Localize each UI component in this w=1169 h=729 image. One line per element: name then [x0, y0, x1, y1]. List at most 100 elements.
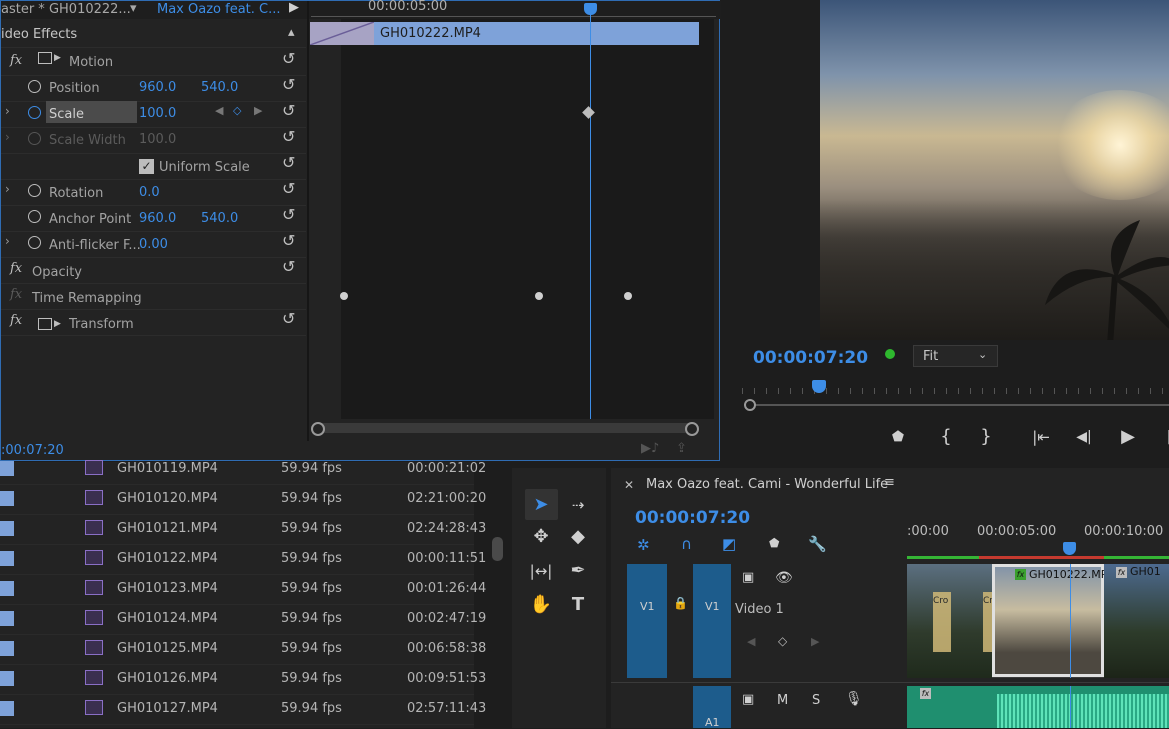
expand-chevron-icon[interactable]: ›: [5, 104, 10, 118]
next-keyframe-icon[interactable]: ▶: [811, 635, 819, 648]
fx-icon[interactable]: fx: [10, 53, 22, 68]
step-forward-icon[interactable]: |: [1156, 424, 1169, 450]
add-marker-icon[interactable]: ⬟: [769, 536, 779, 550]
zoom-handle[interactable]: [744, 399, 756, 411]
sequence-title[interactable]: Max Oazo feat. Cami - Wonderful Life: [646, 477, 888, 492]
vertical-scrollbar-thumb[interactable]: [492, 537, 503, 561]
program-timecode[interactable]: 00:00:07:20: [753, 348, 868, 368]
fx-icon[interactable]: fx: [10, 313, 22, 328]
time-remap-keyframe[interactable]: [340, 292, 348, 300]
audio-track-a1[interactable]: fx: [907, 686, 1169, 728]
export-icon[interactable]: ⇪: [676, 441, 687, 456]
linked-selection-icon[interactable]: ◩: [722, 535, 736, 553]
horizontal-scrollbar[interactable]: [311, 422, 699, 436]
list-item[interactable]: GH010124.MP4 59.94 fps 00:02:47:19: [0, 604, 486, 635]
selection-tool-icon[interactable]: ➤: [528, 492, 554, 518]
video-frame[interactable]: [820, 0, 1169, 340]
solo-button[interactable]: S: [812, 693, 820, 708]
step-back-icon[interactable]: ◀|: [1071, 424, 1097, 450]
menu-icon[interactable]: ≡: [884, 475, 895, 490]
go-to-in-icon[interactable]: |⇤: [1028, 424, 1054, 450]
list-item[interactable]: GH010126.MP4 59.94 fps 00:09:51:53: [0, 664, 486, 695]
list-item[interactable]: GH010119.MP4 59.94 fps 00:00:21:02: [0, 454, 486, 485]
stopwatch-active-icon[interactable]: [28, 106, 41, 119]
stopwatch-icon[interactable]: [28, 184, 41, 197]
video-track-v1[interactable]: Cro Cro fx GH010222.MP4 fx GH01: [907, 564, 1169, 678]
track-select-tool-icon[interactable]: ⇢: [565, 492, 591, 518]
collapse-icon[interactable]: ▴: [288, 25, 295, 40]
clip-color-label[interactable]: [0, 551, 14, 566]
add-keyframe-icon[interactable]: ◇: [233, 104, 241, 117]
dropdown-icon[interactable]: ▾: [130, 1, 137, 16]
type-tool-icon[interactable]: T: [565, 592, 591, 618]
sync-lock-icon[interactable]: ▣: [742, 570, 754, 585]
clip-color-label[interactable]: [0, 521, 14, 536]
motion-row[interactable]: fx ▶ Motion ↺: [1, 49, 306, 76]
clip-next[interactable]: fx GH01: [1104, 564, 1169, 678]
cross-dissolve-transition[interactable]: Cro: [933, 592, 951, 652]
expand-chevron-icon[interactable]: ›: [5, 130, 10, 144]
add-keyframe-icon[interactable]: ◇: [778, 634, 787, 648]
mark-in-icon[interactable]: {: [933, 424, 959, 450]
stopwatch-icon[interactable]: [28, 80, 41, 93]
fx-icon[interactable]: fx: [10, 261, 22, 276]
rotation-value[interactable]: 0.0: [139, 185, 160, 200]
monitor-ruler[interactable]: [742, 380, 1169, 402]
stopwatch-icon[interactable]: [28, 210, 41, 223]
clip-selected[interactable]: fx GH010222.MP4: [992, 564, 1114, 677]
list-item[interactable]: GH010123.MP4 59.94 fps 00:01:26:44: [0, 574, 486, 605]
motion-transform-icon[interactable]: [38, 52, 52, 64]
panel-divider[interactable]: [307, 1, 309, 441]
time-remapping-row[interactable]: fx Time Remapping: [1, 283, 306, 310]
list-item[interactable]: GH010125.MP4 59.94 fps 00:06:58:38: [0, 634, 486, 665]
clip-color-label[interactable]: [0, 701, 14, 716]
list-item[interactable]: GH010122.MP4 59.94 fps 00:00:11:51: [0, 544, 486, 575]
filter-audio-icon[interactable]: ▶♪: [641, 441, 659, 456]
sequence-timecode[interactable]: 00:00:07:20: [635, 508, 750, 528]
slip-tool-icon[interactable]: |↔|: [528, 558, 554, 584]
sequence-playhead[interactable]: [1063, 542, 1076, 555]
sync-lock-icon[interactable]: ▣: [742, 692, 754, 707]
anchor-x-value[interactable]: 960.0: [139, 211, 176, 226]
prev-keyframe-icon[interactable]: ◀: [747, 635, 755, 648]
antiflicker-value[interactable]: 0.00: [139, 237, 168, 252]
eye-icon[interactable]: 👁: [775, 570, 793, 586]
tab-master-clip[interactable]: aster * GH010222...: [1, 2, 131, 17]
marker-icon[interactable]: ⬟: [885, 424, 911, 450]
zoom-bar[interactable]: [746, 404, 1169, 406]
fit-dropdown[interactable]: Fit ⌄: [913, 345, 998, 367]
snap-icon[interactable]: ∩: [681, 535, 692, 553]
scroll-handle-left[interactable]: [311, 422, 325, 436]
microphone-icon[interactable]: 🎙: [845, 691, 863, 707]
close-icon[interactable]: ✕: [624, 478, 634, 492]
stopwatch-icon[interactable]: [28, 236, 41, 249]
mark-out-icon[interactable]: }: [973, 424, 999, 450]
transform-icon[interactable]: [38, 318, 52, 330]
clip-color-label[interactable]: [0, 461, 14, 476]
prev-keyframe-icon[interactable]: ◀: [215, 104, 223, 117]
mute-button[interactable]: M: [777, 693, 788, 708]
reset-icon[interactable]: ↺: [282, 181, 298, 197]
clip-color-label[interactable]: [0, 671, 14, 686]
reset-icon[interactable]: ↺: [282, 233, 298, 249]
scroll-handle-right[interactable]: [685, 422, 699, 436]
clip-color-label[interactable]: [0, 581, 14, 596]
reset-icon[interactable]: ↺: [282, 129, 298, 145]
clip-bar[interactable]: GH010222.MP4: [374, 22, 699, 45]
transform-row[interactable]: fx ▶ Transform ↺: [1, 309, 306, 336]
reset-icon[interactable]: ↺: [282, 259, 298, 275]
time-remap-keyframe[interactable]: [535, 292, 543, 300]
position-y-value[interactable]: 540.0: [201, 80, 238, 95]
list-item[interactable]: GH010127.MP4 59.94 fps 02:57:11:43: [0, 694, 486, 725]
scale-value[interactable]: 100.0: [139, 106, 176, 121]
play-icon[interactable]: ▶: [1115, 424, 1141, 450]
list-item[interactable]: GH010120.MP4 59.94 fps 02:21:00:20: [0, 484, 486, 515]
track-target-a1[interactable]: A1: [693, 686, 731, 729]
hand-tool-icon[interactable]: ✋: [528, 592, 554, 618]
nest-icon[interactable]: ✲: [637, 536, 650, 554]
razor-tool-icon[interactable]: ◆: [565, 524, 591, 550]
anchor-y-value[interactable]: 540.0: [201, 211, 238, 226]
uniform-scale-checkbox[interactable]: ✓: [139, 159, 154, 174]
play-only-audio-icon[interactable]: ▶: [289, 0, 299, 15]
list-item[interactable]: GH010121.MP4 59.94 fps 02:24:28:43: [0, 514, 486, 545]
